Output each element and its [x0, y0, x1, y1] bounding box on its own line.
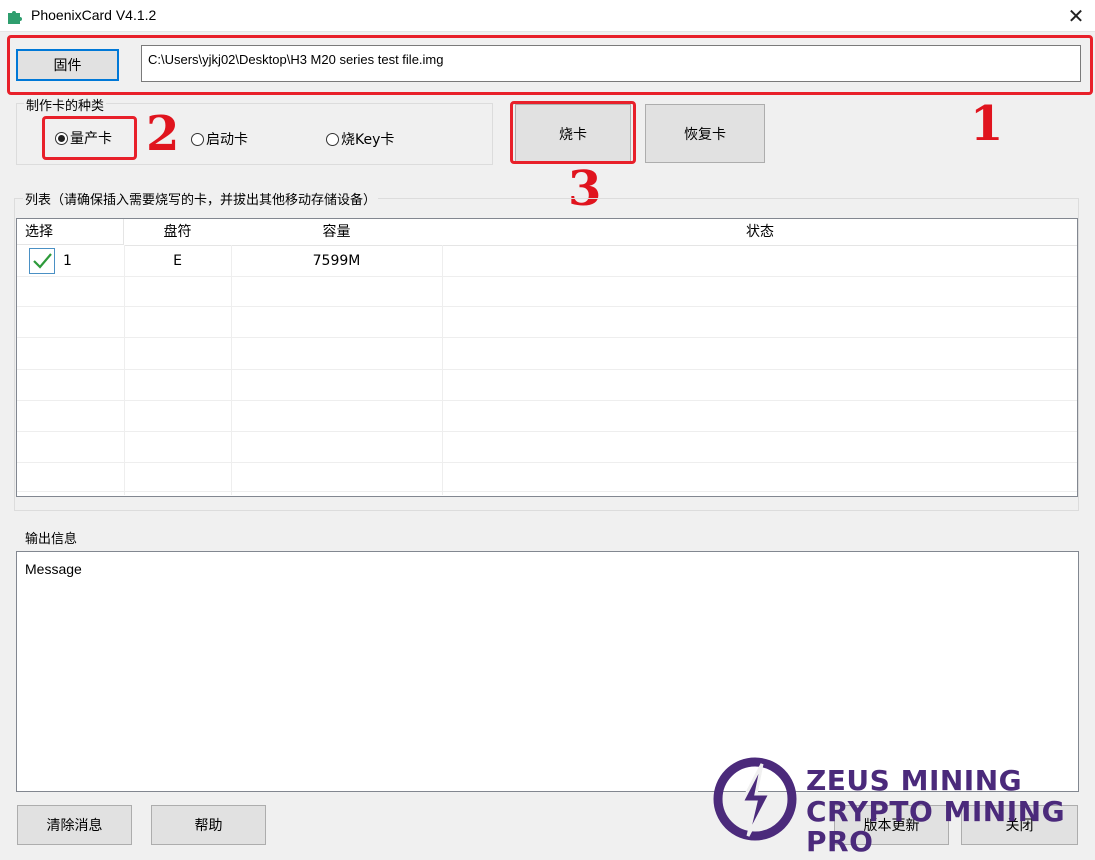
row-divider	[17, 462, 1077, 463]
column-divider	[124, 245, 125, 495]
row-divider	[17, 400, 1077, 401]
title-bar: PhoenixCard V4.1.2 ✕	[0, 0, 1095, 32]
card-type-label: 制作卡的种类	[24, 95, 107, 114]
row-drive: E	[173, 253, 182, 269]
row-divider	[17, 337, 1077, 338]
annotation-box-2	[42, 116, 137, 160]
annotation-box-3	[510, 101, 636, 164]
watermark-line-1: ZEUS MINING	[806, 764, 1023, 797]
message-text: Message	[25, 561, 82, 577]
clear-messages-button[interactable]: 清除消息	[17, 805, 132, 845]
table-row[interactable]: 1 E 7599M	[17, 246, 1077, 276]
column-header-select[interactable]: 选择	[17, 219, 124, 245]
annotation-number-1: 1	[970, 96, 1004, 152]
restore-card-button[interactable]: 恢复卡	[645, 104, 765, 163]
radio-key-card[interactable]: 烧Key卡	[326, 129, 394, 149]
lightning-logo-icon	[713, 757, 797, 841]
annotation-number-2: 2	[146, 106, 180, 162]
output-group-label: 输出信息	[23, 528, 80, 547]
column-header-status[interactable]: 状态	[442, 219, 1077, 246]
radio-label-boot-card: 启动卡	[206, 132, 248, 148]
row-divider	[17, 369, 1077, 370]
close-icon[interactable]: ✕	[1064, 3, 1088, 29]
row-index: 1	[63, 253, 72, 269]
row-divider	[17, 276, 1077, 277]
radio-boot-card[interactable]: 启动卡	[191, 129, 248, 149]
list-group-label: 列表（请确保插入需要烧写的卡，并拔出其他移动存储设备）	[23, 189, 379, 208]
row-capacity: 7599M	[312, 253, 361, 269]
row-divider	[17, 431, 1077, 432]
radio-indicator[interactable]	[191, 132, 204, 146]
radio-label-key-card: 烧Key卡	[341, 132, 395, 148]
row-checkbox[interactable]	[29, 248, 55, 274]
app-puzzle-icon	[8, 11, 22, 24]
column-divider	[442, 245, 443, 495]
message-textarea[interactable]: Message	[16, 551, 1079, 792]
column-header-drive[interactable]: 盘符	[124, 219, 232, 246]
check-icon	[33, 253, 52, 269]
column-header-capacity[interactable]: 容量	[231, 219, 443, 246]
help-button[interactable]: 帮助	[151, 805, 266, 845]
radio-indicator[interactable]	[326, 132, 339, 146]
column-divider	[231, 245, 232, 495]
device-table: 选择 盘符 容量 状态 1 E 7599M	[16, 218, 1078, 497]
window-title: PhoenixCard V4.1.2	[31, 7, 157, 23]
row-divider	[17, 306, 1077, 307]
annotation-box-1	[7, 35, 1093, 95]
row-divider	[17, 491, 1077, 492]
watermark-line-2: CRYPTO MINING PRO	[806, 795, 1066, 858]
